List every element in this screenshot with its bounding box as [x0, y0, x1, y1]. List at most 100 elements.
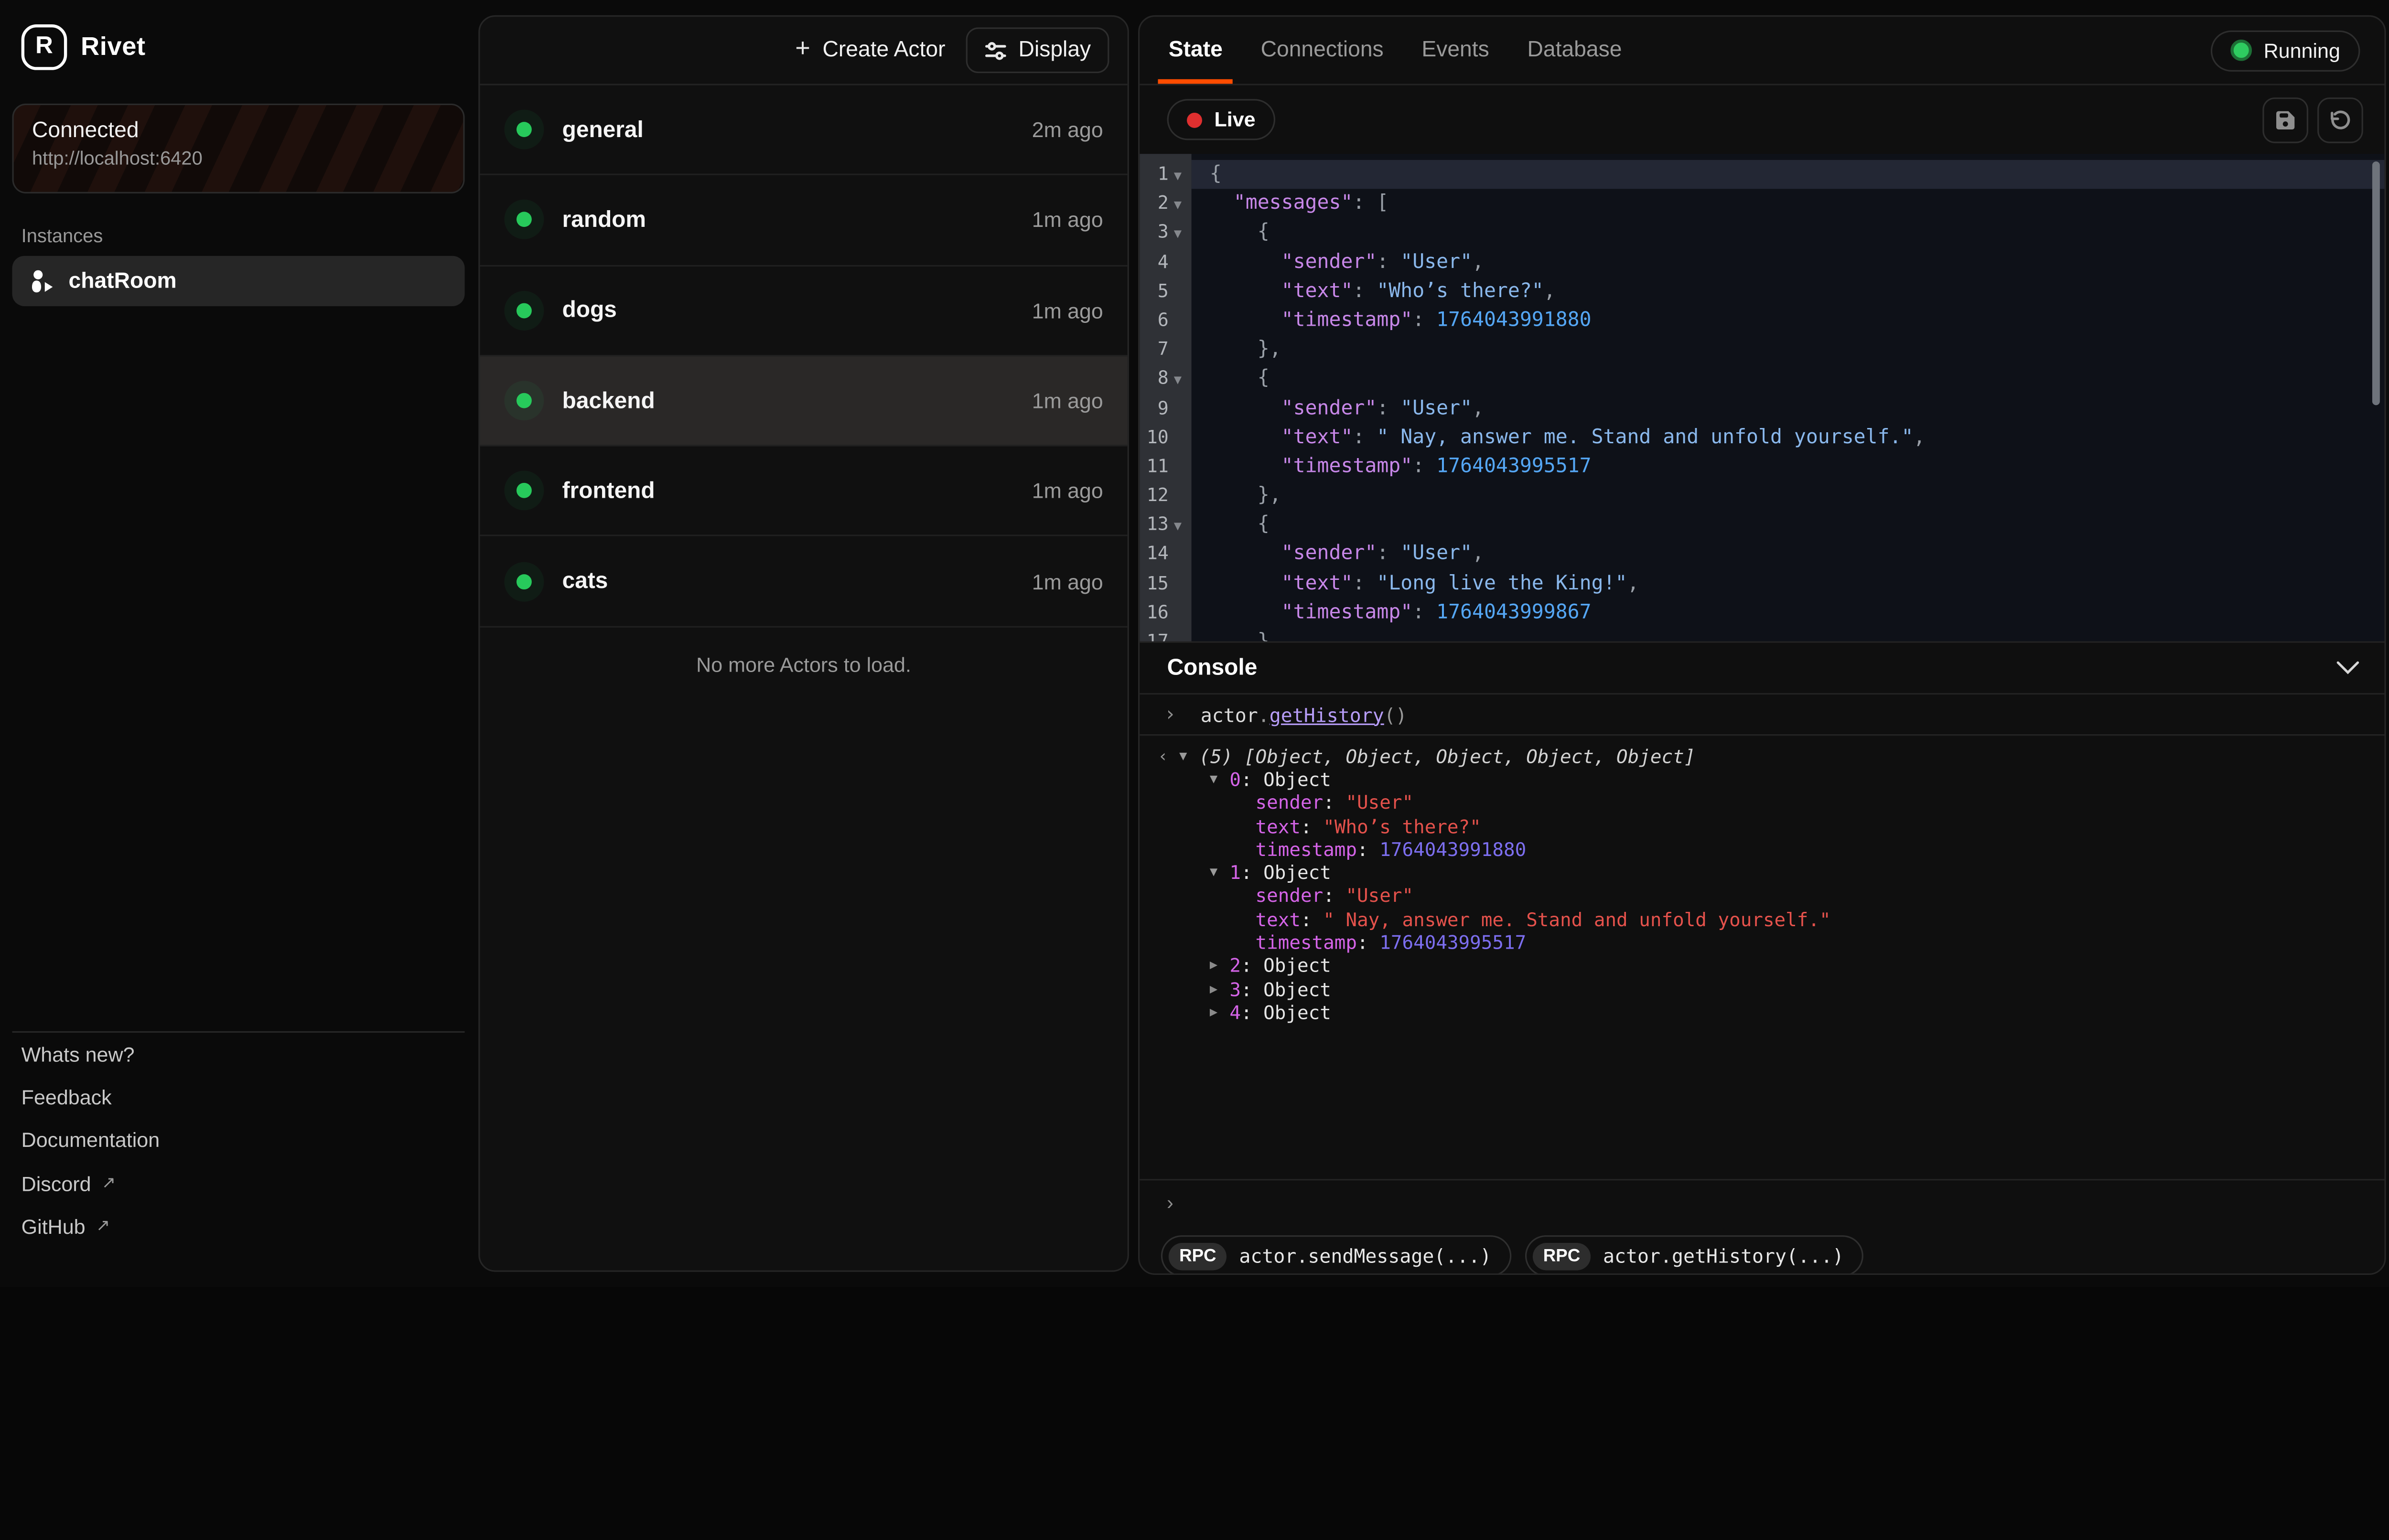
code-line-4[interactable]: 4 "sender": "User",: [1140, 247, 2384, 277]
status-dot-halo: [504, 381, 544, 420]
sidebar-link-github[interactable]: GitHub↗: [12, 1206, 465, 1249]
rpc-badge: RPC: [1169, 1242, 1227, 1269]
code-line-12[interactable]: 12 },: [1140, 481, 2384, 511]
fold-chevron-icon[interactable]: ▼: [1169, 222, 1187, 251]
code-line-1[interactable]: 1▼{: [1140, 160, 2384, 189]
code-line-13[interactable]: 13▼ {: [1140, 511, 2384, 540]
expand-triangle-icon[interactable]: ▶: [1210, 1005, 1229, 1020]
code-line-15[interactable]: 15 "text": "Long live the King!",: [1140, 569, 2384, 598]
expand-triangle-icon[interactable]: ▼: [1179, 749, 1199, 764]
actor-updated-time: 1m ago: [1032, 479, 1103, 503]
rpc-chip-1[interactable]: RPCactor.getHistory(...): [1525, 1235, 1864, 1275]
code-line-6[interactable]: 6 "timestamp": 1764043991880: [1140, 306, 2384, 335]
revert-button[interactable]: [2317, 96, 2363, 142]
actor-row-cats[interactable]: cats1m ago: [480, 537, 1127, 627]
code-line-3[interactable]: 3▼ {: [1140, 218, 2384, 247]
live-toggle[interactable]: Live: [1167, 99, 1275, 140]
save-button[interactable]: [2262, 96, 2308, 142]
gutter-cell: 3▼: [1140, 218, 1191, 247]
status-dot-icon: [517, 122, 532, 138]
fold-chevron-icon[interactable]: ▼: [1169, 367, 1187, 396]
sidebar-link-feedback[interactable]: Feedback: [12, 1076, 465, 1120]
editor-scrollbar[interactable]: [2372, 161, 2380, 405]
code-line-16[interactable]: 16 "timestamp": 1764043999867: [1140, 599, 2384, 628]
expand-triangle-icon[interactable]: ▶: [1210, 959, 1229, 974]
code-line-8[interactable]: 8▼ {: [1140, 364, 2384, 394]
code-line-9[interactable]: 9 "sender": "User",: [1140, 394, 2384, 423]
console-row-9[interactable]: ▶2: Object: [1140, 954, 2384, 978]
console-row-8[interactable]: timestamp: 1764043995517: [1140, 931, 2384, 955]
fold-chevron-icon[interactable]: ▼: [1169, 163, 1187, 192]
sidebar-link-whatsnew[interactable]: Whats new?: [12, 1033, 465, 1076]
actor-row-frontend[interactable]: frontend1m ago: [480, 447, 1127, 537]
actor-row-random[interactable]: random1m ago: [480, 176, 1127, 266]
sidebar-link-documentation[interactable]: Documentation: [12, 1119, 465, 1163]
create-actor-button[interactable]: + Create Actor: [795, 35, 945, 65]
gutter-cell: 16: [1140, 599, 1191, 628]
chevron-down-icon[interactable]: [2335, 661, 2360, 675]
instance-name: chatRoom: [68, 269, 176, 293]
console-row-6[interactable]: sender: "User": [1140, 885, 2384, 908]
code-line-17[interactable]: 17 }: [1140, 628, 2384, 642]
console-header[interactable]: Console: [1140, 641, 2384, 693]
tab-database[interactable]: Database: [1527, 17, 1622, 84]
console-row-5[interactable]: ▼1: Object: [1140, 861, 2384, 885]
actor-updated-time: 1m ago: [1032, 569, 1103, 593]
console-row-1[interactable]: ▼0: Object: [1140, 768, 2384, 791]
sidebar-link-label: GitHub: [22, 1216, 86, 1239]
gutter-cell: 13▼: [1140, 511, 1191, 540]
prompt-icon: ›: [1140, 1191, 1201, 1214]
code-line-5[interactable]: 5 "text": "Who’s there?",: [1140, 277, 2384, 306]
line-number: 1: [1140, 160, 1169, 189]
tab-events[interactable]: Events: [1421, 17, 1489, 84]
console-row-4[interactable]: timestamp: 1764043991880: [1140, 838, 2384, 861]
state-json-editor[interactable]: 1▼{2▼ "messages": [3▼ {4 "sender": "User…: [1140, 154, 2384, 641]
app-root: R Rivet Connected http://localhost:6420 …: [0, 0, 2389, 1287]
console-row-11[interactable]: ▶4: Object: [1140, 1001, 2384, 1025]
console-row-3[interactable]: text: "Who’s there?": [1140, 815, 2384, 838]
fold-chevron-icon[interactable]: ▼: [1169, 513, 1187, 543]
fold-chevron-icon[interactable]: ▼: [1169, 192, 1187, 221]
console-row-7[interactable]: text: " Nay, answer me. Stand and unfold…: [1140, 908, 2384, 931]
code-line-2[interactable]: 2▼ "messages": [: [1140, 189, 2384, 218]
sidebar-item-chatroom[interactable]: chatRoom: [12, 256, 465, 306]
rpc-suggestions: RPCactor.sendMessage(...)RPCactor.getHis…: [1140, 1225, 2384, 1275]
code-line-10[interactable]: 10 "text": " Nay, answer me. Stand and u…: [1140, 423, 2384, 452]
code-text: },: [1192, 335, 1281, 364]
code-line-14[interactable]: 14 "sender": "User",: [1140, 540, 2384, 569]
gutter-cell: 1▼: [1140, 160, 1191, 189]
console-output[interactable]: ‹▼(5) [Object, Object, Object, Object, O…: [1140, 734, 2384, 1179]
code-line-7[interactable]: 7 },: [1140, 335, 2384, 364]
console-row-2[interactable]: sender: "User": [1140, 791, 2384, 815]
code-text: "sender": "User",: [1192, 540, 1484, 569]
expand-triangle-icon[interactable]: ▼: [1210, 866, 1229, 881]
expand-triangle-icon[interactable]: ▼: [1210, 772, 1229, 788]
save-icon: [2273, 107, 2298, 132]
expand-triangle-icon[interactable]: ▶: [1210, 982, 1229, 997]
rpc-chip-0[interactable]: RPCactor.sendMessage(...): [1161, 1235, 1511, 1275]
line-number: 4: [1140, 247, 1169, 277]
console-row-0[interactable]: ‹▼(5) [Object, Object, Object, Object, O…: [1140, 745, 2384, 768]
connection-card[interactable]: Connected http://localhost:6420: [12, 104, 465, 193]
tab-connections[interactable]: Connections: [1261, 17, 1384, 84]
console-input-row[interactable]: ›: [1140, 1179, 2384, 1225]
status-dot-icon: [517, 303, 532, 318]
line-number: 10: [1140, 423, 1169, 452]
console-row-10[interactable]: ▶3: Object: [1140, 978, 2384, 1001]
status-dot-icon: [517, 393, 532, 408]
actor-row-backend[interactable]: backend1m ago: [480, 356, 1127, 447]
actor-row-dogs[interactable]: dogs1m ago: [480, 266, 1127, 356]
rpc-call-label: actor.getHistory(...): [1603, 1244, 1844, 1267]
brand: R Rivet: [22, 24, 146, 70]
gutter-cell: 6: [1140, 306, 1191, 335]
sidebar-link-discord[interactable]: Discord↗: [12, 1163, 465, 1206]
code-text: {: [1192, 364, 1270, 394]
actor-row-general[interactable]: general2m ago: [480, 86, 1127, 176]
actor-updated-time: 1m ago: [1032, 298, 1103, 322]
code-line-11[interactable]: 11 "timestamp": 1764043995517: [1140, 452, 2384, 481]
tab-state[interactable]: State: [1169, 17, 1223, 84]
display-button[interactable]: Display: [967, 27, 1109, 73]
line-number: 9: [1140, 394, 1169, 423]
code-text: }: [1192, 628, 1270, 642]
code-text: "timestamp": 1764043999867: [1192, 599, 1592, 628]
